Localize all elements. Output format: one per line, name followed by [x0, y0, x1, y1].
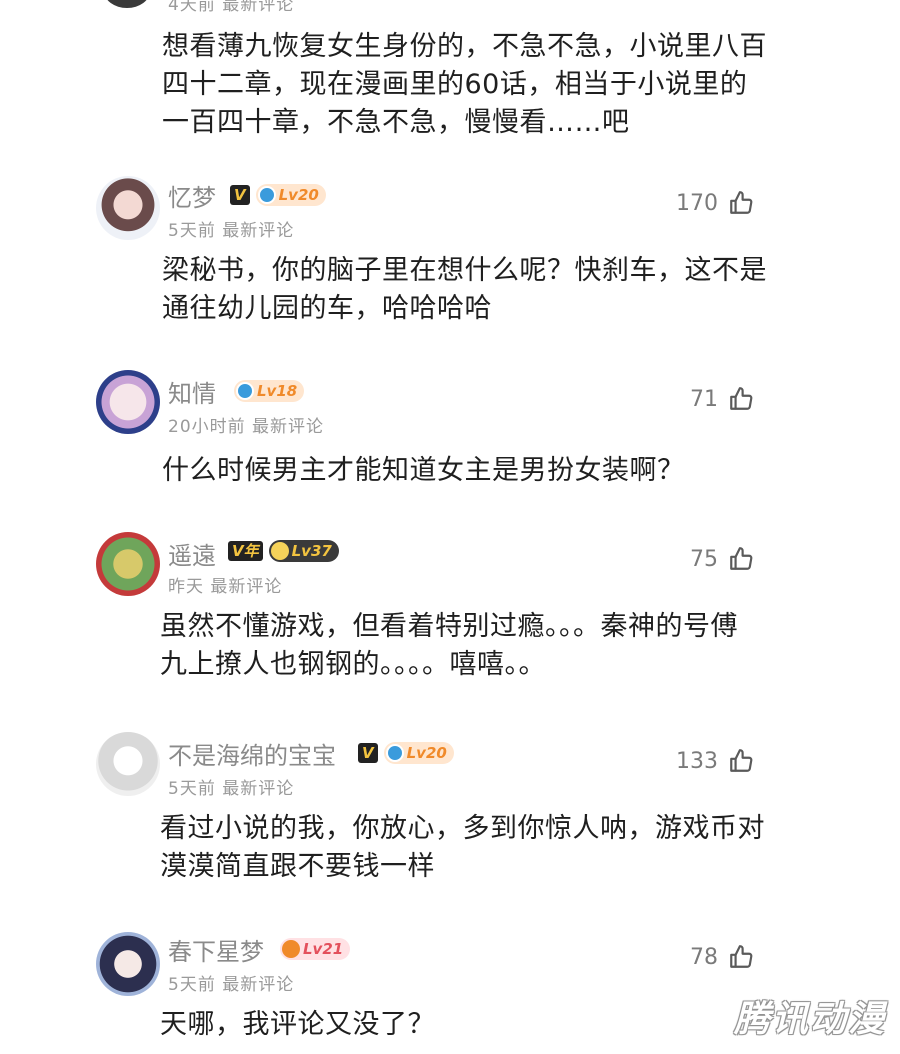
level-icon: [236, 382, 254, 400]
level-icon: [282, 940, 300, 958]
comment-line: 一百四十章，不急不急，慢慢看……吧: [162, 107, 630, 138]
like-button[interactable]: 170: [676, 190, 754, 216]
comment-line: 通往幼儿园的车，哈哈哈哈: [162, 293, 492, 324]
avatar[interactable]: [96, 932, 160, 996]
like-count: 75: [690, 546, 718, 572]
comment-body: 想看薄九恢复女生身份的，不急不急，小说里八百 四十二章，现在漫画里的60话，相当…: [162, 28, 767, 142]
level-badge: Lv20: [255, 184, 326, 206]
like-button[interactable]: 78: [690, 944, 754, 970]
comment-time: 5天前: [168, 779, 216, 799]
comment-tag: 最新评论: [210, 577, 283, 597]
top-avatar-edge[interactable]: [104, 0, 150, 8]
like-count: 78: [690, 944, 718, 970]
username[interactable]: 知情: [168, 374, 216, 409]
avatar[interactable]: [96, 732, 160, 796]
comment-line: 想看薄九恢复女生身份的，不急不急，小说里八百: [162, 31, 767, 62]
comment-meta: 5天前 最新评论: [168, 774, 294, 799]
comment-line: 天哪，我评论又没了？: [160, 1009, 435, 1040]
comment-tag: 最新评论: [252, 417, 325, 437]
level-badge: Lv20: [383, 742, 454, 764]
comment-time: 5天前: [168, 221, 216, 241]
level-badge: Lv37: [268, 540, 339, 562]
comment-line: 漠漠简直跟不要钱一样: [160, 851, 435, 882]
like-count: 133: [676, 748, 718, 774]
level-icon: [385, 744, 404, 762]
comment-tag: 最新评论: [222, 779, 295, 799]
comment-time: 昨天: [168, 577, 204, 597]
avatar[interactable]: [96, 370, 160, 434]
avatar[interactable]: [96, 176, 160, 240]
comment-time: 5天前: [168, 975, 216, 995]
comment-meta: 20小时前 最新评论: [168, 412, 324, 437]
comment-tag: 最新评论: [222, 221, 295, 241]
like-count: 71: [690, 386, 718, 412]
thumbs-up-icon: [730, 945, 753, 968]
like-button[interactable]: 75: [690, 546, 754, 572]
comment-body: 虽然不懂游戏，但看着特别过瘾。。。秦神的号傅 九上撩人也钢钢的。。。。嘻嘻。。: [160, 608, 738, 684]
thumbs-up-icon: [730, 749, 753, 772]
comment-meta: 5天前 最新评论: [168, 216, 294, 241]
comment-line: 什么时候男主才能知道女主是男扮女装啊？: [162, 455, 685, 486]
comment-line: 九上撩人也钢钢的。。。。嘻嘻。。: [160, 649, 546, 680]
level-badge: Lv18: [234, 380, 305, 402]
like-count: 170: [676, 190, 718, 216]
like-button[interactable]: 71: [690, 386, 754, 412]
level-badge: Lv21: [280, 938, 351, 960]
like-button[interactable]: 133: [676, 748, 754, 774]
comment-time: 20小时前: [168, 417, 246, 437]
comment-body: 什么时候男主才能知道女主是男扮女装啊？: [162, 452, 685, 490]
comment-line: 四十二章，现在漫画里的60话，相当于小说里的: [162, 69, 748, 100]
thumbs-up-icon: [730, 387, 753, 410]
comment-meta: 昨天 最新评论: [168, 572, 282, 597]
level-icon: [257, 186, 276, 204]
level-label: Lv21: [303, 940, 344, 958]
username[interactable]: 遥遠: [168, 536, 216, 571]
username[interactable]: 忆梦: [168, 178, 216, 213]
vip-badge: V: [358, 743, 378, 763]
user-badges: V Lv20: [230, 184, 326, 206]
user-badges: V年 Lv37: [228, 540, 339, 562]
user-badges: V Lv20: [358, 742, 454, 764]
thumbs-up-icon: [730, 547, 753, 570]
comment-body: 天哪，我评论又没了？: [160, 1006, 435, 1044]
level-label: Lv20: [278, 186, 319, 204]
user-badges: Lv21: [280, 938, 351, 960]
vip-badge: V年: [228, 541, 263, 561]
thumbs-up-icon: [730, 191, 753, 214]
level-label: Lv20: [406, 744, 447, 762]
avatar[interactable]: [96, 532, 160, 596]
comment-line: 梁秘书，你的脑子里在想什么呢？快刹车，这不是: [162, 255, 767, 286]
level-icon: [270, 542, 289, 560]
comment-line: 虽然不懂游戏，但看着特别过瘾。。。秦神的号傅: [160, 611, 738, 642]
vip-badge: V: [230, 185, 250, 205]
comment-meta: 5天前 最新评论: [168, 970, 294, 995]
comment-body: 看过小说的我，你放心，多到你惊人呐，游戏币对 漠漠简直跟不要钱一样: [160, 810, 765, 886]
comment-meta: 4天前 最新评论: [168, 0, 295, 15]
comment-body: 梁秘书，你的脑子里在想什么呢？快刹车，这不是 通往幼儿园的车，哈哈哈哈: [162, 252, 767, 328]
level-label: Lv37: [291, 542, 332, 560]
user-badges: Lv18: [234, 380, 305, 402]
watermark-logo: 腾讯动漫: [733, 999, 886, 1040]
username[interactable]: 春下星梦: [168, 932, 264, 967]
level-label: Lv18: [257, 382, 298, 400]
comment-tag: 最新评论: [222, 975, 295, 995]
username[interactable]: 不是海绵的宝宝: [168, 736, 336, 771]
comment-line: 看过小说的我，你放心，多到你惊人呐，游戏币对: [160, 813, 765, 844]
